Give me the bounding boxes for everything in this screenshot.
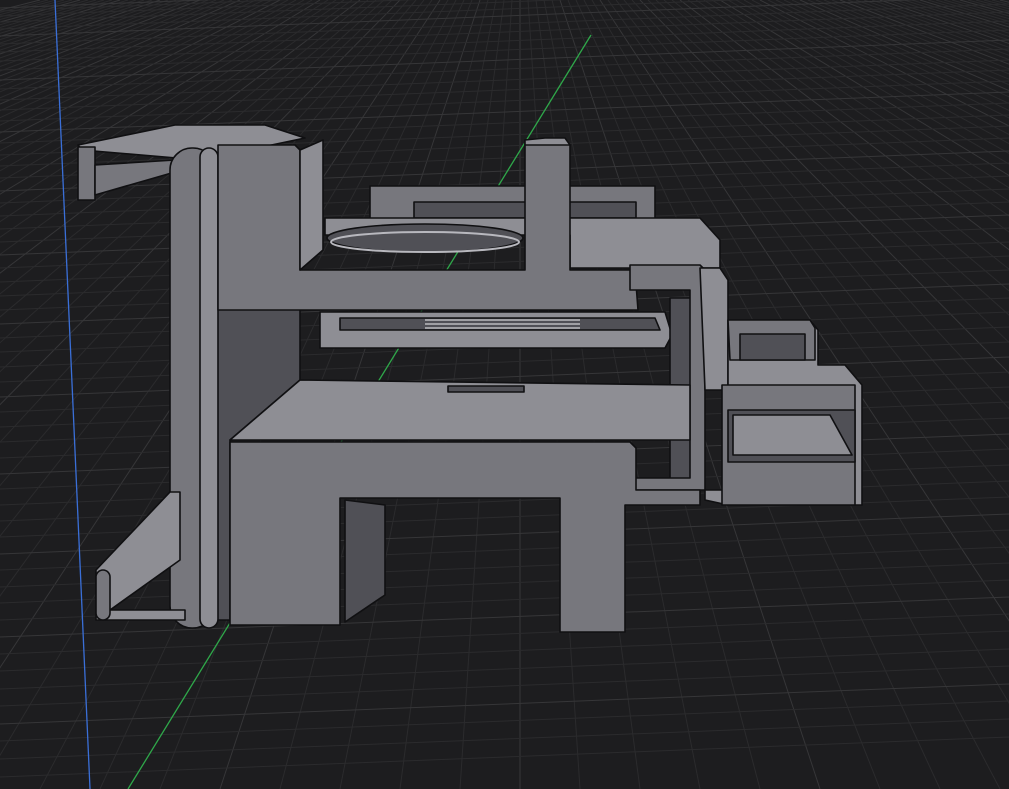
lower-base-part — [229, 379, 701, 633]
viewport-canvas[interactable] — [0, 0, 1009, 789]
back-frame-part — [369, 185, 656, 221]
3d-viewport[interactable] — [0, 0, 1009, 789]
right-box-frame-part — [704, 319, 863, 506]
circular-cutout — [326, 223, 524, 253]
inner-tray-part — [319, 311, 673, 349]
upper-deck-part — [324, 217, 721, 269]
